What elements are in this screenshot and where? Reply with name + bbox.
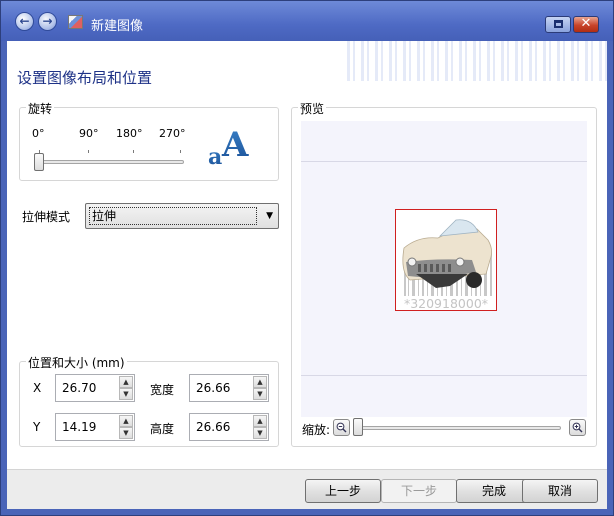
cancel-button[interactable]: 取消 xyxy=(522,479,598,503)
rotation-tick xyxy=(180,150,181,153)
zoom-slider-track[interactable] xyxy=(355,426,561,430)
height-label: 高度 xyxy=(150,422,175,436)
previous-button[interactable]: 上一步 xyxy=(305,479,381,503)
rotation-group: 旋转 0° 90° 180° 270° a A xyxy=(19,100,279,181)
width-value: 26.66 xyxy=(196,381,231,395)
zoom-in-icon xyxy=(572,422,583,433)
rotation-tick xyxy=(88,150,89,153)
height-down-icon[interactable]: ▼ xyxy=(253,427,267,439)
svg-text:A: A xyxy=(221,125,249,165)
chevron-down-icon: ▼ xyxy=(266,211,273,221)
barcode-text: *320918000* xyxy=(404,296,488,311)
y-down-icon[interactable]: ▼ xyxy=(119,427,133,439)
angle-label-90: 90° xyxy=(79,127,99,140)
y-value: 14.19 xyxy=(62,420,97,434)
preview-guide-line xyxy=(301,375,587,376)
preview-guide-line xyxy=(301,161,587,162)
zoom-slider-thumb[interactable] xyxy=(353,418,363,436)
zoom-in-button[interactable] xyxy=(569,419,586,436)
width-up-icon[interactable]: ▲ xyxy=(253,376,267,388)
back-arrow-icon[interactable]: ← xyxy=(15,12,34,31)
angle-label-0: 0° xyxy=(32,127,45,140)
x-down-icon[interactable]: ▼ xyxy=(119,388,133,400)
title-bar: ← → 新建图像 ✕ xyxy=(1,1,613,41)
background-barcode-decoration xyxy=(347,41,607,81)
y-up-icon[interactable]: ▲ xyxy=(119,415,133,427)
finish-button[interactable]: 完成 xyxy=(456,479,532,503)
position-size-legend: 位置和大小 (mm) xyxy=(26,354,127,371)
svg-text:a: a xyxy=(208,144,222,168)
position-size-group: 位置和大小 (mm) X 26.70 ▲ ▼ 宽度 26.66 ▲ ▼ Y 14.1… xyxy=(19,354,279,447)
button-bar: 上一步 下一步 完成 取消 xyxy=(7,469,607,509)
x-label: X xyxy=(33,381,42,395)
y-stepper[interactable]: 14.19 ▲ ▼ xyxy=(55,413,135,441)
stretch-mode-value: 拉伸 xyxy=(89,207,257,225)
close-button[interactable]: ✕ xyxy=(573,16,599,33)
window-title: 新建图像 xyxy=(91,19,144,34)
image-app-icon xyxy=(68,15,83,29)
rotation-slider-track[interactable] xyxy=(34,160,184,164)
stretch-mode-label: 拉伸模式 xyxy=(22,210,71,224)
height-stepper[interactable]: 26.66 ▲ ▼ xyxy=(189,413,269,441)
width-down-icon[interactable]: ▼ xyxy=(253,388,267,400)
height-value: 26.66 xyxy=(196,420,231,434)
preview-legend: 预览 xyxy=(298,100,327,117)
y-label: Y xyxy=(33,420,41,434)
page-title: 设置图像布局和位置 xyxy=(17,69,153,87)
x-value: 26.70 xyxy=(62,381,97,395)
width-label: 宽度 xyxy=(150,383,175,397)
rotation-slider-thumb[interactable] xyxy=(34,153,44,171)
rotation-legend: 旋转 xyxy=(26,100,55,117)
text-rotation-icon: a A xyxy=(208,125,249,168)
next-button[interactable]: 下一步 xyxy=(381,479,457,503)
zoom-label: 缩放: xyxy=(302,423,331,437)
x-stepper[interactable]: 26.70 ▲ ▼ xyxy=(55,374,135,402)
restore-button[interactable] xyxy=(545,16,571,33)
x-up-icon[interactable]: ▲ xyxy=(119,376,133,388)
height-up-icon[interactable]: ▲ xyxy=(253,415,267,427)
angle-label-180: 180° xyxy=(116,127,143,140)
restore-icon xyxy=(554,20,563,28)
zoom-out-icon xyxy=(336,422,347,433)
angle-label-270: 270° xyxy=(159,127,186,140)
dialog-content: 设置图像布局和位置 旋转 0° 90° 180° 270° a A 拉伸模式 拉… xyxy=(7,41,607,469)
forward-arrow-icon[interactable]: → xyxy=(38,12,57,31)
stretch-mode-select[interactable]: 拉伸 ▼ xyxy=(85,203,279,229)
dialog-window: ← → 新建图像 ✕ 设置图像布局和位置 旋转 0° 90° 180° 270° xyxy=(0,0,614,516)
car-barcode-image: *320918000* xyxy=(402,219,492,311)
rotation-tick xyxy=(133,150,134,153)
zoom-out-button[interactable] xyxy=(333,419,350,436)
image-selection-box[interactable]: *320918000* xyxy=(395,209,497,311)
width-stepper[interactable]: 26.66 ▲ ▼ xyxy=(189,374,269,402)
